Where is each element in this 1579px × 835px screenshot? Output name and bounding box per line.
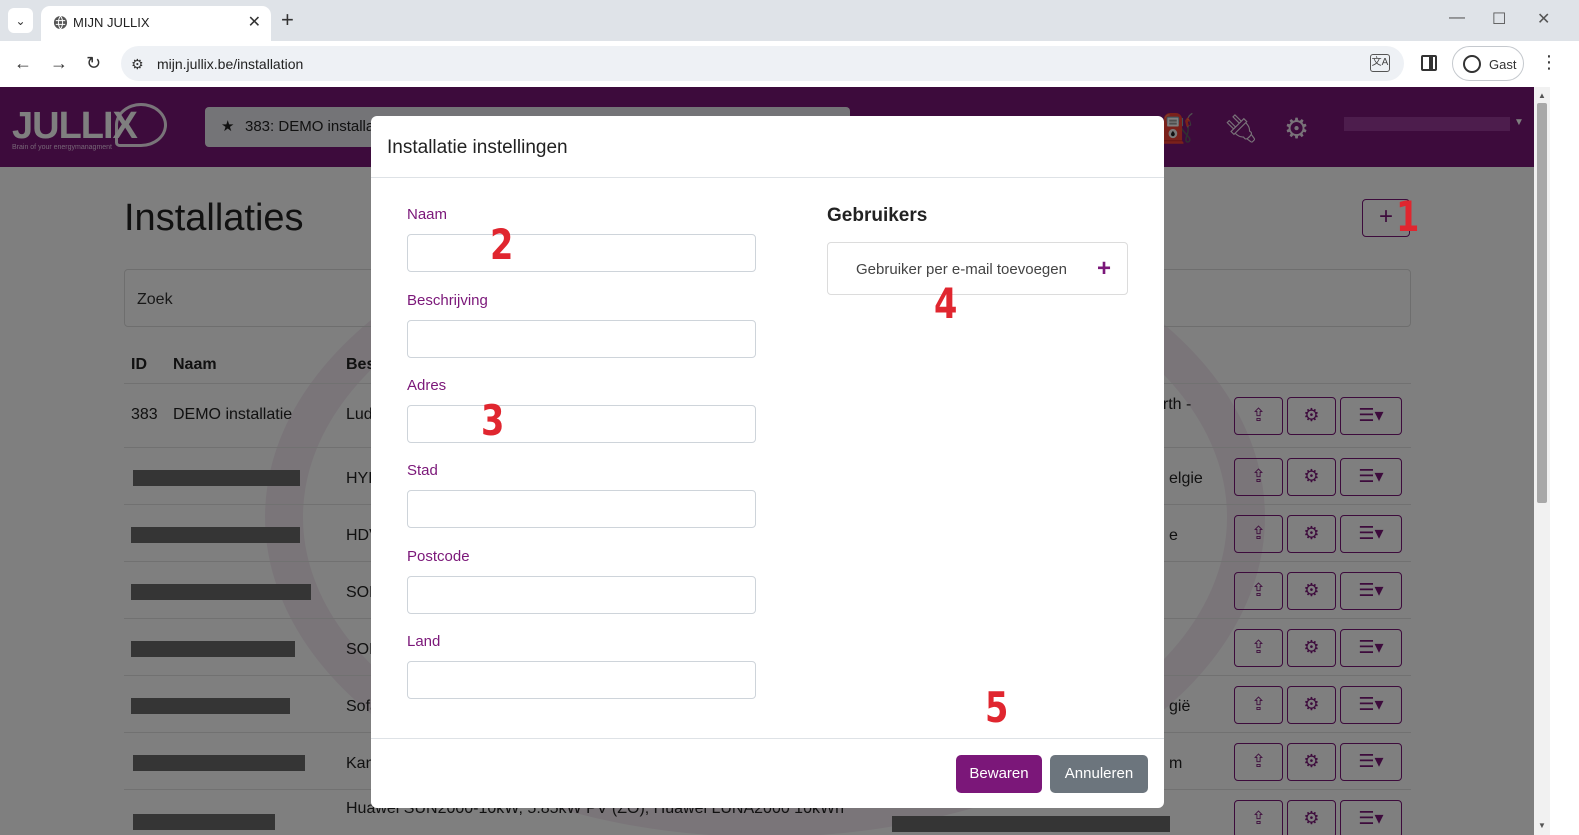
close-tab-icon[interactable]: ✕ [248, 12, 261, 32]
translate-icon[interactable]: 文A [1370, 54, 1390, 72]
new-tab-button[interactable]: + [281, 7, 294, 33]
side-panel-icon[interactable] [1421, 55, 1437, 71]
land-input[interactable] [407, 661, 756, 699]
modal-footer: Bewaren Annuleren [371, 738, 1164, 808]
profile-icon [1463, 55, 1481, 73]
profile-label: Gast [1489, 57, 1517, 72]
annotation-2: 2 [490, 220, 514, 269]
adres-label: Adres [407, 377, 447, 394]
scroll-up-icon[interactable]: ▲ [1538, 91, 1546, 100]
maximize-icon[interactable]: ☐ [1492, 9, 1506, 29]
modal-title: Installatie instellingen [387, 137, 568, 158]
add-user-placeholder[interactable]: Gebruiker per e-mail toevoegen [856, 261, 1067, 278]
save-button[interactable]: Bewaren [956, 755, 1042, 793]
url-text[interactable]: mijn.jullix.be/installation [157, 56, 303, 72]
browser-tab[interactable]: MIJN JULLIX ✕ [41, 6, 271, 41]
naam-label: Naam [407, 206, 448, 223]
stad-input[interactable] [407, 490, 756, 528]
annotation-4: 4 [934, 279, 958, 328]
postcode-input[interactable] [407, 576, 756, 614]
page-scrollbar[interactable]: ▲ ▼ [1534, 87, 1550, 835]
globe-icon [53, 15, 68, 30]
tab-title: MIJN JULLIX [73, 15, 150, 30]
add-user-field[interactable]: Gebruiker per e-mail toevoegen + [827, 242, 1128, 295]
postcode-label: Postcode [407, 548, 470, 565]
beschrijving-input[interactable] [407, 320, 756, 358]
users-section-title: Gebruikers [827, 205, 928, 226]
cancel-button[interactable]: Annuleren [1050, 755, 1148, 793]
forward-icon[interactable]: → [50, 53, 68, 74]
browser-menu-icon[interactable]: ⋮ [1540, 52, 1558, 73]
profile-button[interactable]: Gast [1452, 46, 1524, 81]
site-info-icon[interactable]: ⚙ [131, 56, 144, 73]
browser-tab-strip: ⌄ MIJN JULLIX ✕ + — ☐ ✕ [0, 0, 1579, 41]
reload-icon[interactable]: ↻ [86, 53, 101, 74]
add-user-plus-icon[interactable]: + [1097, 255, 1111, 283]
adres-input[interactable] [407, 405, 756, 443]
scrollbar-thumb[interactable] [1537, 103, 1547, 503]
tab-search-button[interactable]: ⌄ [8, 8, 33, 33]
scroll-down-icon[interactable]: ▼ [1538, 821, 1546, 830]
address-bar[interactable]: ⚙ mijn.jullix.be/installation 文A [121, 46, 1404, 81]
browser-toolbar: ← → ↻ ⚙ mijn.jullix.be/installation 文A G… [0, 41, 1579, 87]
close-window-icon[interactable]: ✕ [1537, 9, 1550, 29]
modal-header: Installatie instellingen [371, 116, 1164, 178]
stad-label: Stad [407, 462, 438, 479]
minimize-icon[interactable]: — [1449, 9, 1465, 27]
back-icon[interactable]: ← [14, 53, 32, 74]
annotation-5: 5 [985, 683, 1009, 732]
annotation-3: 3 [481, 396, 505, 445]
beschrijving-label: Beschrijving [407, 292, 488, 309]
naam-input[interactable] [407, 234, 756, 272]
land-label: Land [407, 633, 441, 650]
annotation-1: 1 [1396, 192, 1420, 241]
